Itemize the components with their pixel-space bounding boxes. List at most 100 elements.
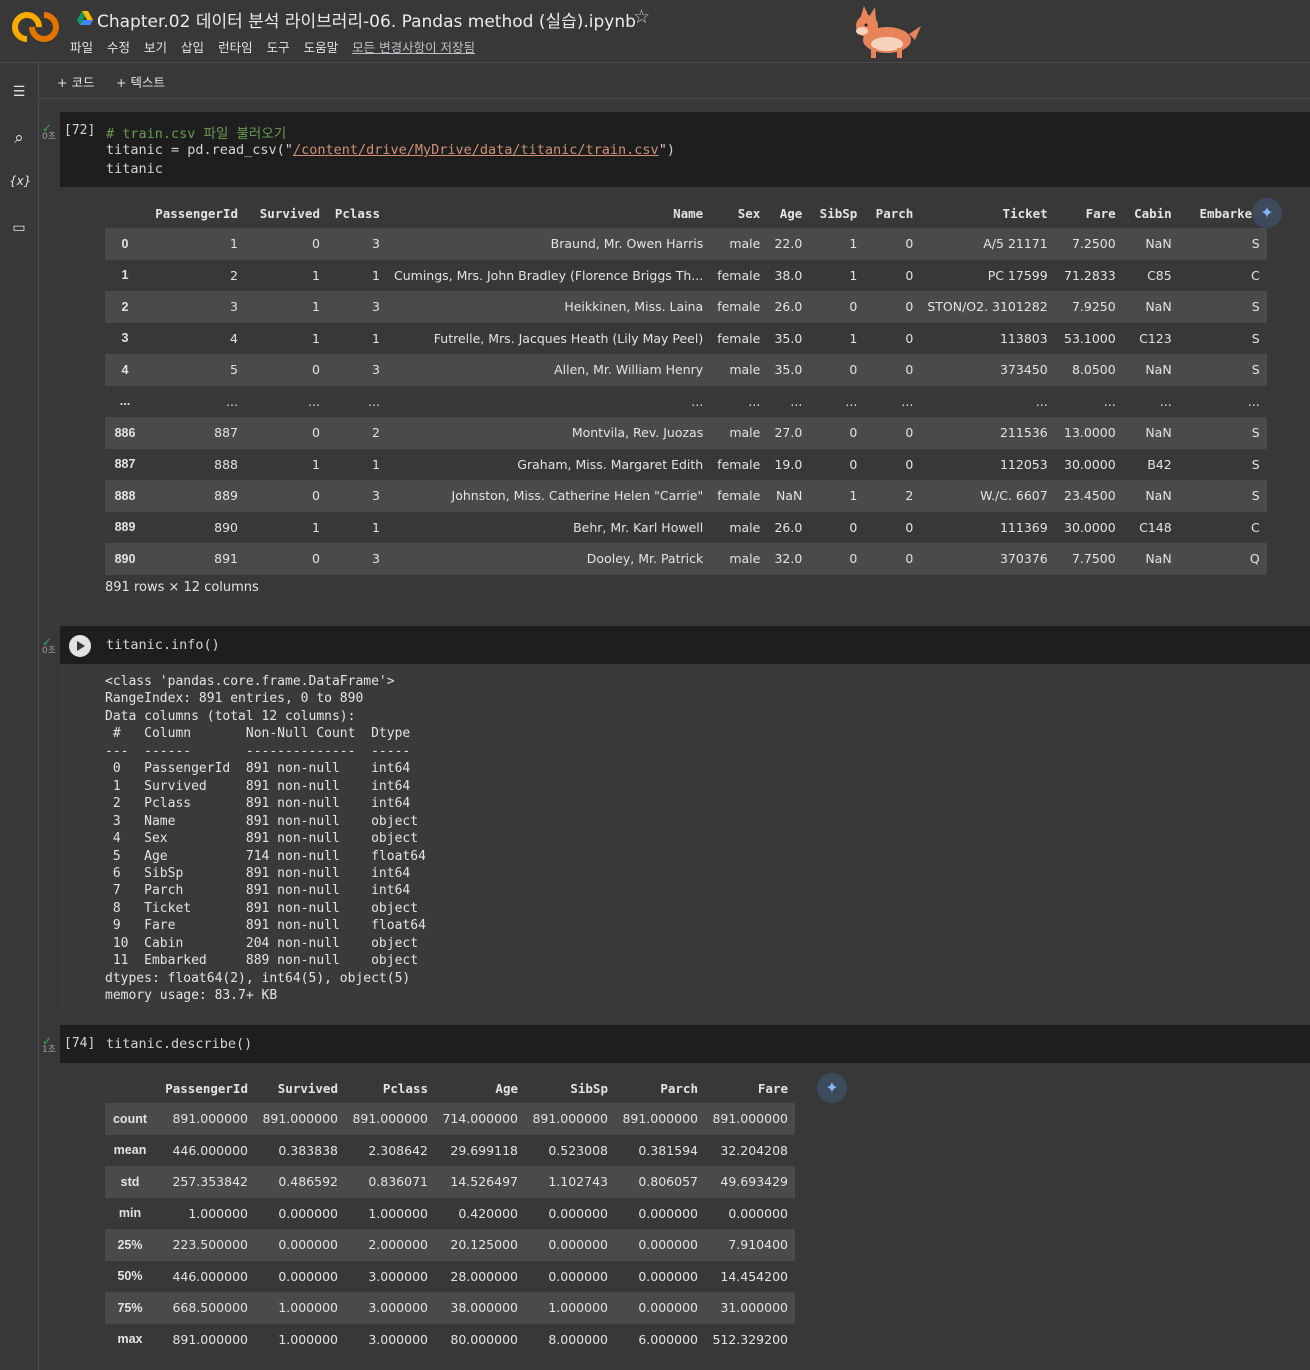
column-header: PassengerId — [165, 1080, 248, 1096]
table-cell: 30.0000 — [1064, 519, 1116, 535]
table-cell: 2.308642 — [368, 1142, 428, 1158]
magic-wand-icon[interactable]: ✦ — [817, 1073, 847, 1103]
folder-icon[interactable]: ▭ — [9, 220, 29, 240]
table-cell: 1.000000 — [188, 1205, 248, 1221]
table-cell: 26.0 — [774, 519, 803, 535]
table-cell: S — [1251, 330, 1260, 346]
menu-edit[interactable]: 수정 — [107, 37, 130, 56]
table-cell: 1 — [312, 267, 320, 283]
run-cell-button[interactable] — [69, 635, 91, 657]
table-cell: 0.836071 — [368, 1174, 428, 1190]
table-cell: 889 — [214, 488, 238, 504]
table-cell: Q — [1249, 551, 1260, 567]
table-cell: A/5 21171 — [983, 236, 1048, 252]
table-cell: 7.7500 — [1071, 551, 1116, 567]
table-cell: female — [717, 299, 761, 315]
table-cell: 0 — [312, 362, 320, 378]
table-cell: 0 — [849, 519, 858, 535]
menu-runtime[interactable]: 런타임 — [218, 37, 253, 56]
menu-tools[interactable]: 도구 — [267, 37, 290, 56]
column-header: Name — [673, 205, 704, 221]
menu-help[interactable]: 도움말 — [304, 37, 339, 56]
table-row: mean 446.000000 0.383838 2.308642 29.699118 0… — [105, 1134, 795, 1166]
execution-count: [74] — [64, 1036, 96, 1051]
table-cell: 223.500000 — [172, 1237, 248, 1253]
menu-view[interactable]: 보기 — [144, 37, 167, 56]
table-cell: 3 — [230, 299, 238, 315]
row-index: 75% — [117, 1300, 143, 1315]
column-header: SibSp — [570, 1080, 608, 1096]
save-status-link[interactable]: 모든 변경사항이 저장됨 — [352, 37, 475, 56]
column-header: Ticket — [1002, 205, 1048, 221]
code-cell-editor[interactable] — [60, 626, 1310, 664]
table-cell: 0.383838 — [278, 1142, 338, 1158]
add-code-button[interactable]: + 코드 — [57, 72, 94, 91]
table-cell: STON/O2. 3101282 — [927, 299, 1048, 315]
code-line: titanic — [106, 161, 163, 177]
column-header: PassengerId — [155, 205, 238, 221]
table-row: 889 890 1 1 Behr, Mr. Karl Howell male 26.0 0 0 1… — [105, 511, 1267, 543]
table-cell: Behr, Mr. Karl Howell — [573, 519, 704, 535]
row-index: 50% — [117, 1269, 143, 1284]
code-comment: # train.csv 파일 불러오기 — [106, 126, 287, 142]
table-cell: 1 — [849, 330, 858, 346]
table-cell: 5 — [230, 362, 238, 378]
add-text-button[interactable]: + 텍스트 — [116, 72, 165, 91]
table-row: 1 2 1 1 Cumings, Mrs. John Bradley (Florence… — [105, 259, 1267, 291]
table-cell: 35.0 — [774, 330, 803, 346]
colab-logo[interactable] — [5, 5, 66, 49]
table-cell: female — [717, 330, 761, 346]
table-cell: 0 — [905, 519, 914, 535]
table-cell: 1 — [312, 519, 320, 535]
table-row: max 891.000000 1.000000 3.000000 80.000000 8.… — [105, 1323, 795, 1355]
table-cell: Johnston, Miss. Catherine Helen "Carrie" — [451, 488, 704, 504]
star-icon[interactable]: ☆ — [633, 6, 650, 28]
table-cell: 0.000000 — [638, 1205, 698, 1221]
table-cell: Dooley, Mr. Patrick — [586, 551, 704, 567]
table-cell: 1.000000 — [278, 1331, 338, 1347]
column-header: Survived — [277, 1080, 338, 1096]
table-cell: 29.699118 — [450, 1142, 518, 1158]
table-cell: 891.000000 — [172, 1111, 248, 1127]
column-header: Age — [779, 205, 803, 221]
table-of-contents-icon[interactable]: ☰ — [9, 84, 29, 104]
table-cell: 1.000000 — [548, 1300, 608, 1316]
table-cell: 0 — [905, 456, 914, 472]
exec-time: 0초 — [42, 132, 57, 142]
table-cell: 3.000000 — [368, 1331, 428, 1347]
table-cell: S — [1251, 425, 1260, 441]
code-string-link[interactable]: /content/drive/MyDrive/data/titanic/trai… — [293, 142, 659, 158]
row-index: std — [120, 1174, 140, 1189]
table-cell: S — [1251, 456, 1260, 472]
table-row: count 891.000000 891.000000 891.000000 714.0… — [105, 1103, 795, 1135]
table-cell: 3 — [372, 488, 380, 504]
table-cell: NaN — [775, 488, 803, 504]
table-cell: 0.523008 — [548, 1142, 608, 1158]
table-cell: 53.1000 — [1064, 330, 1116, 346]
drive-icon — [77, 11, 93, 25]
table-cell: 14.526497 — [450, 1174, 518, 1190]
table-cell: NaN — [1145, 362, 1172, 378]
table-cell: 891.000000 — [172, 1331, 248, 1347]
table-cell: 1 — [849, 488, 858, 504]
column-header: Pclass — [382, 1080, 428, 1096]
table-cell: 1 — [312, 299, 320, 315]
table-cell: 0.000000 — [278, 1237, 338, 1253]
variables-icon[interactable]: {x} — [9, 174, 31, 194]
table-cell: 0 — [312, 488, 320, 504]
table-cell: 0.000000 — [548, 1205, 608, 1221]
notebook-title[interactable]: Chapter.02 데이터 분석 라이브러리-06. Pandas metho… — [97, 7, 636, 32]
table-cell: 0 — [905, 236, 914, 252]
table-cell: 2 — [372, 425, 380, 441]
table-cell: PC 17599 — [987, 267, 1048, 283]
table-cell: 1 — [849, 236, 858, 252]
menu-file[interactable]: 파일 — [70, 37, 93, 56]
table-cell: 8.0500 — [1071, 362, 1116, 378]
search-icon[interactable]: ⌕ — [9, 128, 29, 148]
table-cell: 7.9250 — [1071, 299, 1116, 315]
magic-wand-icon[interactable]: ✦ — [1252, 198, 1282, 228]
menu-insert[interactable]: 삽입 — [181, 37, 204, 56]
column-header: Pclass — [334, 205, 380, 221]
table-cell: 0 — [905, 362, 914, 378]
table-cell: 891.000000 — [622, 1111, 698, 1127]
